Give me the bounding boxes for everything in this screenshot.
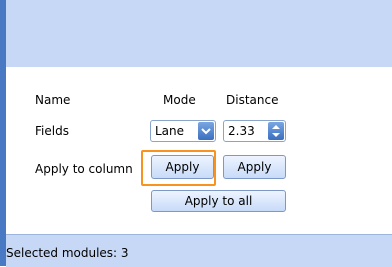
header-mode: Mode: [163, 93, 196, 107]
header-name: Name: [35, 93, 71, 107]
distance-spinner[interactable]: 2.33: [223, 120, 286, 142]
fields-label: Fields: [35, 124, 69, 138]
apply-to-all-button[interactable]: Apply to all: [151, 190, 286, 212]
distance-value: 2.33: [228, 124, 255, 138]
status-bar: Selected modules: 3: [6, 234, 392, 267]
apply-distance-button[interactable]: Apply: [223, 155, 286, 179]
mode-dropdown[interactable]: Lane: [150, 120, 216, 142]
header-distance: Distance: [226, 93, 279, 107]
highlight-box: [141, 150, 216, 186]
header-band: [6, 0, 392, 68]
mode-value: Lane: [155, 124, 185, 138]
apply-to-column-label: Apply to column: [35, 162, 133, 176]
selected-modules-text: Selected modules: 3: [6, 246, 129, 260]
up-down-arrows-icon[interactable]: [268, 122, 284, 140]
chevron-down-icon[interactable]: [198, 122, 214, 140]
